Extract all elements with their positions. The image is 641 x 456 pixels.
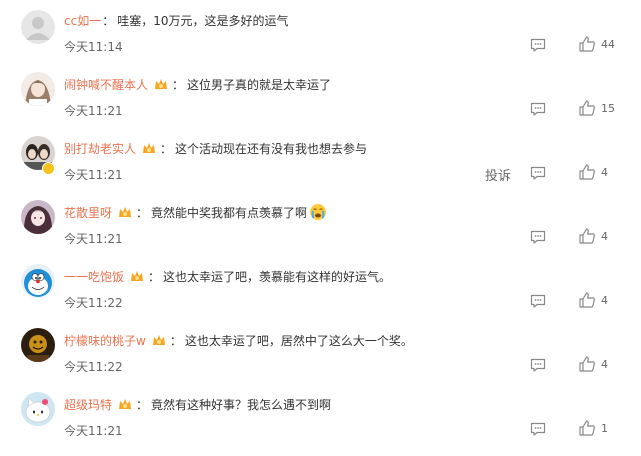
girl-avatar-icon bbox=[21, 72, 55, 106]
vip-crown-badge-icon[interactable] bbox=[151, 332, 167, 348]
user-avatar[interactable] bbox=[21, 10, 55, 44]
reply-icon[interactable] bbox=[530, 229, 546, 245]
comment-time: 今天11:21 bbox=[64, 232, 123, 246]
vip-crown-badge-icon[interactable] bbox=[117, 204, 133, 220]
comment-item: 花散里呀 ： 竟然能中奖我都有点羡慕了啊 今天11:21 4 bbox=[0, 200, 641, 264]
verified-badge-icon bbox=[42, 162, 55, 175]
comment-text: 这位男子真的就是太幸运了 bbox=[187, 77, 332, 92]
report-button[interactable]: 投诉 bbox=[485, 165, 511, 184]
colon-separator: ： bbox=[160, 141, 173, 156]
comment-item: cc如一 ： 哇塞，10万元，这是多好的运气 今天11:14 44 bbox=[0, 8, 641, 72]
colon-separator: ： bbox=[136, 397, 149, 412]
user-avatar[interactable] bbox=[21, 264, 55, 298]
like-button[interactable]: 15 bbox=[578, 99, 615, 117]
username-link[interactable]: 闹钟喊不醒本人 bbox=[64, 76, 148, 93]
username-link[interactable]: 柠檬味的桃子w bbox=[64, 332, 146, 349]
vip-crown-badge-icon[interactable] bbox=[117, 396, 133, 412]
comment-time: 今天11:14 bbox=[64, 40, 123, 54]
reply-icon[interactable] bbox=[530, 37, 546, 53]
username-link[interactable]: cc如一 bbox=[64, 12, 101, 29]
colon-separator: ： bbox=[148, 269, 161, 284]
username-link[interactable]: 一一吃饱饭 bbox=[64, 268, 124, 285]
like-count: 4 bbox=[601, 229, 608, 243]
comment-item: 闹钟喊不醒本人 ： 这位男子真的就是太幸运了 今天11:21 15 bbox=[0, 72, 641, 136]
thumbs-up-icon bbox=[579, 228, 595, 244]
thumbs-up-icon bbox=[579, 420, 595, 436]
hello-kitty-avatar-icon bbox=[21, 392, 55, 426]
comment-item: 超级玛特 ： 竟然有这种好事？我怎么遇不到啊 今天11:21 1 bbox=[0, 392, 641, 456]
comment-item: 柠檬味的桃子w ： 这也太幸运了吧，居然中了这么大一个奖。 今天11:22 4 bbox=[0, 328, 641, 392]
anime-girl-avatar-icon bbox=[21, 200, 55, 234]
vip-crown-badge-icon[interactable] bbox=[141, 140, 157, 156]
comment-time: 今天11:21 bbox=[64, 104, 123, 118]
username-link[interactable]: 超级玛特 bbox=[64, 396, 112, 413]
comment-text: 这也太幸运了吧，羡慕能有这样的好运气。 bbox=[163, 269, 392, 284]
like-count: 1 bbox=[601, 421, 608, 435]
comment-text: 哇塞，10万元，这是多好的运气 bbox=[117, 13, 289, 28]
crying-face-icon bbox=[310, 204, 327, 220]
colon-separator: ： bbox=[172, 77, 185, 92]
username-link[interactable]: 别打劫老实人 bbox=[64, 140, 136, 157]
like-button[interactable]: 44 bbox=[578, 35, 615, 53]
comment-time: 今天11:22 bbox=[64, 296, 123, 310]
comment-time: 今天11:21 bbox=[64, 168, 123, 182]
colon-separator: ： bbox=[169, 333, 182, 348]
username-link[interactable]: 花散里呀 bbox=[64, 204, 112, 221]
like-count: 4 bbox=[601, 165, 608, 179]
user-avatar[interactable] bbox=[21, 328, 55, 362]
like-count: 44 bbox=[601, 37, 615, 51]
thumbs-up-icon bbox=[579, 292, 595, 308]
like-count: 15 bbox=[601, 101, 615, 115]
thumbs-up-icon bbox=[579, 164, 595, 180]
like-button[interactable]: 4 bbox=[578, 355, 608, 373]
comment-text: 竟然有这种好事？我怎么遇不到啊 bbox=[151, 397, 332, 412]
like-count: 4 bbox=[601, 293, 608, 307]
comment-text: 竟然能中奖我都有点羡慕了啊 bbox=[151, 205, 308, 220]
vip-crown-badge-icon[interactable] bbox=[153, 76, 169, 92]
thumbs-up-icon bbox=[579, 100, 595, 116]
like-count: 4 bbox=[601, 357, 608, 371]
like-button[interactable]: 4 bbox=[578, 163, 608, 181]
comment-time: 今天11:21 bbox=[64, 424, 123, 438]
comment-text: 这也太幸运了吧，居然中了这么大一个奖。 bbox=[184, 333, 413, 348]
like-button[interactable]: 4 bbox=[578, 227, 608, 245]
comment-item: 一一吃饱饭 ： 这也太幸运了吧，羡慕能有这样的好运气。 今天11:22 4 bbox=[0, 264, 641, 328]
dark-avatar-icon bbox=[21, 328, 55, 362]
vip-crown-badge-icon[interactable] bbox=[129, 268, 145, 284]
reply-icon[interactable] bbox=[530, 165, 546, 181]
reply-icon[interactable] bbox=[530, 101, 546, 117]
user-avatar[interactable] bbox=[21, 200, 55, 234]
colon-separator: ： bbox=[102, 13, 115, 28]
default-avatar-icon bbox=[21, 10, 55, 44]
like-button[interactable]: 1 bbox=[578, 419, 608, 437]
user-avatar[interactable] bbox=[21, 72, 55, 106]
reply-icon[interactable] bbox=[530, 293, 546, 309]
like-button[interactable]: 4 bbox=[578, 291, 608, 309]
thumbs-up-icon bbox=[579, 356, 595, 372]
reply-icon[interactable] bbox=[530, 421, 546, 437]
user-avatar[interactable] bbox=[21, 392, 55, 426]
comment-text: 这个活动现在还有没有我也想去参与 bbox=[175, 141, 368, 156]
colon-separator: ： bbox=[136, 205, 149, 220]
doraemon-avatar-icon bbox=[21, 264, 55, 298]
thumbs-up-icon bbox=[579, 36, 595, 52]
comment-item: 别打劫老实人 ： 这个活动现在还有没有我也想去参与 今天11:21 投诉 4 bbox=[0, 136, 641, 200]
comment-time: 今天11:22 bbox=[64, 360, 123, 374]
reply-icon[interactable] bbox=[530, 357, 546, 373]
